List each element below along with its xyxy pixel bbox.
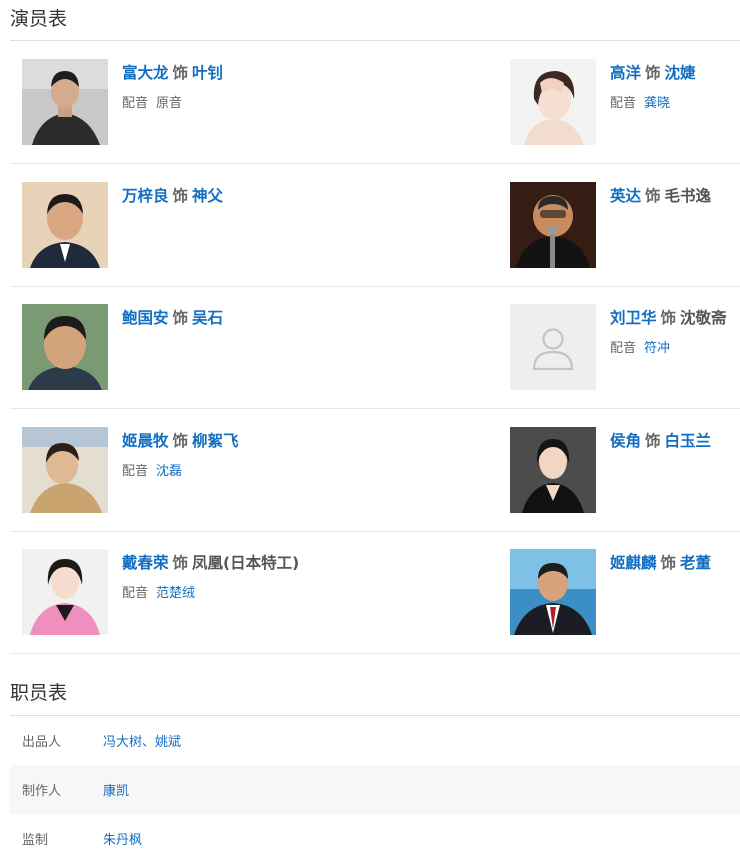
actor-link[interactable]: 刘卫华 <box>610 309 657 327</box>
actor-link[interactable]: 富大龙 <box>122 64 169 82</box>
actor-photo[interactable] <box>22 59 108 145</box>
actor-photo[interactable] <box>510 549 596 635</box>
cast-card: 万梓良饰神父 <box>22 182 492 268</box>
dub-label: 配音 <box>610 341 637 356</box>
actor-photo[interactable] <box>22 427 108 513</box>
actor-photo[interactable] <box>22 304 108 390</box>
dub-name-link[interactable]: 范楚绒 <box>156 586 195 601</box>
actor-link[interactable]: 姬晨牧 <box>122 432 169 450</box>
actor-photo[interactable] <box>510 427 596 513</box>
cast-card: 富大龙饰叶钊 配音 原音 <box>22 59 492 145</box>
crew-role: 制作人 <box>22 784 62 799</box>
cast-name-line: 鲍国安饰吴石 <box>122 306 223 328</box>
role-link[interactable]: 神父 <box>192 187 223 205</box>
dub-label: 配音 <box>122 464 149 479</box>
cast-row: 鲍国安饰吴石 刘卫华饰沈敬斋 配音 符冲 <box>10 286 740 409</box>
crew-row: 出品人 冯大树、姚斌 <box>10 716 740 765</box>
as-label: 饰 <box>172 64 189 82</box>
dub-name-link[interactable]: 沈磊 <box>156 464 182 479</box>
dub-label: 配音 <box>122 586 149 601</box>
dub-line: 配音 龚晓 <box>610 92 670 111</box>
actor-link[interactable]: 万梓良 <box>122 187 169 205</box>
as-label: 饰 <box>172 187 189 205</box>
cast-card: 姬晨牧饰柳絮飞 配音 沈磊 <box>22 427 492 513</box>
crew-names-link[interactable]: 康凯 <box>103 780 129 799</box>
actor-photo[interactable] <box>22 549 108 635</box>
crew-row: 制作人 康凯 <box>10 765 740 814</box>
crew-role: 出品人 <box>22 735 62 750</box>
actor-link[interactable]: 英达 <box>610 187 641 205</box>
avatar-placeholder[interactable] <box>510 304 596 390</box>
role-link[interactable]: 叶钊 <box>192 64 223 82</box>
crew-names-link[interactable]: 冯大树、姚斌 <box>103 731 181 750</box>
cast-row: 万梓良饰神父 英达饰毛书逸 <box>10 164 740 287</box>
actor-link[interactable]: 戴春荣 <box>122 554 169 572</box>
cast-card: 高洋饰沈婕 配音 龚晓 <box>510 59 740 145</box>
cast-section-title: 演员表 <box>10 8 68 30</box>
cast-row: 戴春荣饰凤凰(日本特工) 配音 范楚绒 姬麒麟饰老董 <box>10 531 740 654</box>
crew-names-link[interactable]: 朱丹枫 <box>103 829 142 848</box>
actor-photo[interactable] <box>22 182 108 268</box>
role-text: 凤凰(日本特工) <box>192 554 300 572</box>
cast-card: 鲍国安饰吴石 <box>22 304 492 390</box>
role-text: 沈敬斋 <box>680 309 727 327</box>
cast-row: 姬晨牧饰柳絮飞 配音 沈磊 侯角饰白玉兰 <box>10 409 740 532</box>
cast-name-line: 刘卫华饰沈敬斋 <box>610 306 727 328</box>
cast-name-line: 戴春荣饰凤凰(日本特工) <box>122 551 299 573</box>
cast-name-line: 侯角饰白玉兰 <box>610 429 711 451</box>
as-label: 饰 <box>660 309 677 327</box>
dub-line: 配音 范楚绒 <box>122 582 195 601</box>
cast-name-line: 姬麒麟饰老董 <box>610 551 711 573</box>
user-icon <box>510 304 596 390</box>
actor-link[interactable]: 姬麒麟 <box>610 554 657 572</box>
dub-label: 配音 <box>122 96 149 111</box>
crew-role: 监制 <box>22 833 49 848</box>
cast-name-line: 姬晨牧饰柳絮飞 <box>122 429 239 451</box>
role-link[interactable]: 白玉兰 <box>665 432 712 450</box>
cast-section-header: 演员表 <box>10 0 740 41</box>
as-label: 饰 <box>172 554 189 572</box>
as-label: 饰 <box>172 309 189 327</box>
actor-link[interactable]: 侯角 <box>610 432 641 450</box>
role-link[interactable]: 老董 <box>680 554 711 572</box>
as-label: 饰 <box>645 187 661 205</box>
cast-name-line: 万梓良饰神父 <box>122 184 223 206</box>
role-link[interactable]: 吴石 <box>192 309 223 327</box>
crew-section-title: 职员表 <box>10 682 68 704</box>
dub-name-link[interactable]: 符冲 <box>644 341 670 356</box>
dub-label: 配音 <box>610 96 637 111</box>
cast-card: 侯角饰白玉兰 <box>510 427 740 513</box>
cast-name-line: 英达饰毛书逸 <box>610 184 711 206</box>
cast-row: 富大龙饰叶钊 配音 原音 高洋饰沈婕 配音 龚晓 <box>10 41 740 164</box>
cast-card: 姬麒麟饰老董 <box>510 549 740 635</box>
dub-name: 原音 <box>156 96 183 111</box>
actor-photo[interactable] <box>510 59 596 145</box>
crew-section-header: 职员表 <box>10 676 740 716</box>
actor-link[interactable]: 高洋 <box>610 64 641 82</box>
dub-line: 配音 沈磊 <box>122 460 182 479</box>
as-label: 饰 <box>172 432 189 450</box>
cast-card: 戴春荣饰凤凰(日本特工) 配音 范楚绒 <box>22 549 492 635</box>
cast-card: 英达饰毛书逸 <box>510 182 740 268</box>
role-text: 毛书逸 <box>664 187 712 205</box>
dub-line: 配音 原音 <box>122 92 182 111</box>
crew-row: 监制 朱丹枫 <box>10 814 740 863</box>
as-label: 饰 <box>645 64 661 82</box>
as-label: 饰 <box>660 554 677 572</box>
cast-name-line: 富大龙饰叶钊 <box>122 61 223 83</box>
actor-link[interactable]: 鲍国安 <box>122 309 169 327</box>
cast-card: 刘卫华饰沈敬斋 配音 符冲 <box>510 304 740 390</box>
dub-line: 配音 符冲 <box>610 337 670 356</box>
cast-name-line: 高洋饰沈婕 <box>610 61 696 83</box>
actor-photo[interactable] <box>510 182 596 268</box>
role-link[interactable]: 沈婕 <box>665 64 696 82</box>
role-link[interactable]: 柳絮飞 <box>192 432 239 450</box>
dub-name-link[interactable]: 龚晓 <box>644 96 670 111</box>
as-label: 饰 <box>645 432 661 450</box>
